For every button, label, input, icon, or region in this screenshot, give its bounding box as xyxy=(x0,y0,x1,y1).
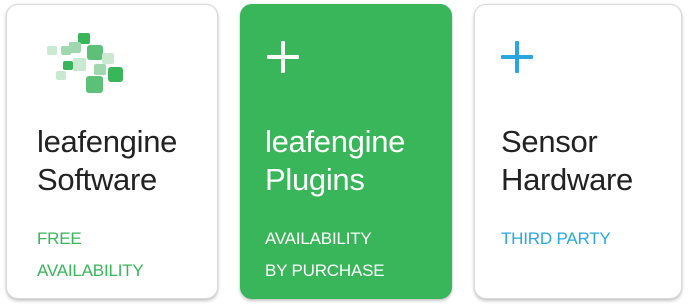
card-title-line-1: leafengine xyxy=(37,124,178,159)
card-subtitle-line-2: BY PURCHASE xyxy=(265,261,385,280)
card-title: leafengine Software xyxy=(37,123,177,199)
card-subtitle: THIRD PARTY xyxy=(501,223,611,255)
card-subtitle: AVAILABILITY BY PURCHASE xyxy=(265,223,385,287)
card-title-line-1: leafengine xyxy=(265,124,406,159)
plus-icon xyxy=(267,39,303,75)
card-sensor-hardware[interactable]: Sensor Hardware THIRD PARTY xyxy=(474,4,682,299)
card-subtitle-line-1: AVAILABILITY xyxy=(265,229,372,248)
card-subtitle-line-1: THIRD PARTY xyxy=(501,229,611,248)
card-subtitle-line-1: FREE xyxy=(37,229,82,248)
card-subtitle-line-2: AVAILABILITY xyxy=(37,261,144,280)
card-title: Sensor Hardware xyxy=(501,123,633,199)
card-leafengine-plugins[interactable]: leafengine Plugins AVAILABILITY BY PURCH… xyxy=(240,4,452,299)
card-title-line-2: Hardware xyxy=(501,162,633,197)
card-title-line-2: Software xyxy=(37,162,157,197)
card-title-line-2: Plugins xyxy=(265,162,365,197)
plus-icon xyxy=(501,39,537,75)
card-subtitle: FREE AVAILABILITY xyxy=(37,223,144,287)
card-title-line-1: Sensor xyxy=(501,124,598,159)
leafengine-logo-icon xyxy=(47,33,123,93)
card-leafengine-software[interactable]: leafengine Software FREE AVAILABILITY xyxy=(6,4,218,299)
card-title: leafengine Plugins xyxy=(265,123,405,199)
product-cards: leafengine Software FREE AVAILABILITY le… xyxy=(0,0,688,304)
